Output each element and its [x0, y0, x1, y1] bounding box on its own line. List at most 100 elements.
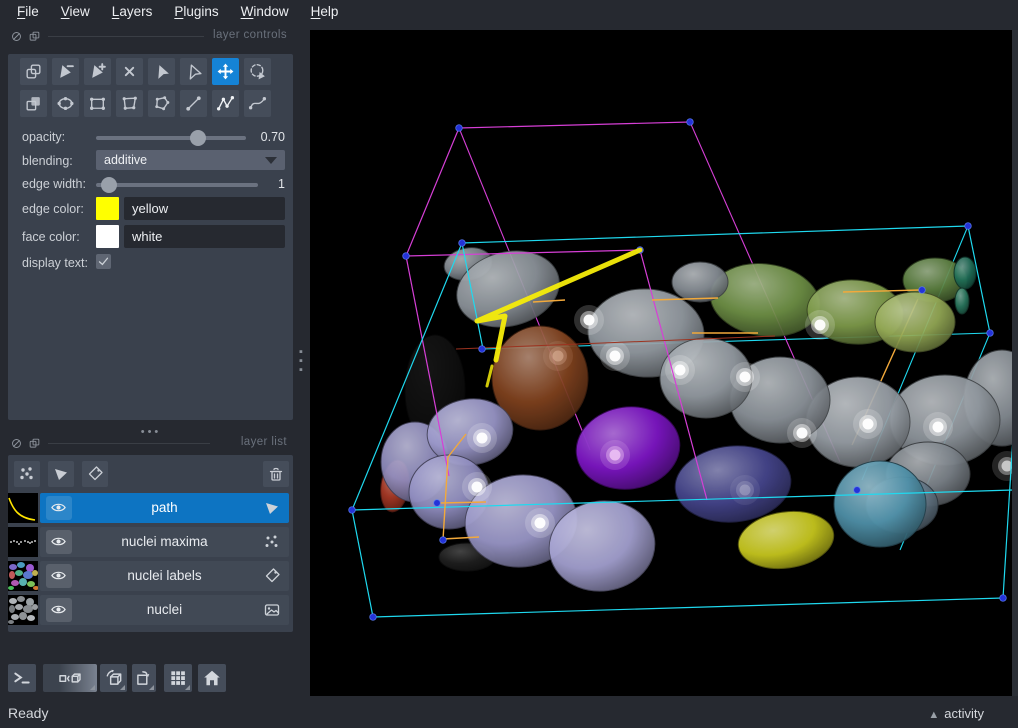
polygon-lasso-icon: [152, 94, 171, 113]
caret-up-icon: ▲: [928, 709, 939, 721]
roll-button[interactable]: [100, 664, 127, 692]
select-shape-tool-button[interactable]: [148, 58, 175, 85]
new-points-icon: [18, 465, 36, 483]
layer-name: path: [40, 500, 289, 515]
edge-width-slider-handle[interactable]: [101, 177, 117, 193]
image-type-icon: [263, 601, 281, 619]
labels-type-icon: [263, 567, 281, 585]
blending-select[interactable]: additive: [96, 150, 285, 170]
menu-help[interactable]: Help: [300, 0, 350, 24]
layer-thumbnail-nuclei-maxima: [8, 527, 38, 557]
menu-file[interactable]: File: [6, 0, 50, 24]
layer-list-title: layer list: [160, 436, 287, 448]
delete-layer-button[interactable]: [263, 461, 289, 487]
layer-name: nuclei: [40, 602, 289, 617]
line-tool-button[interactable]: [180, 90, 207, 117]
new-shapes-button[interactable]: [48, 461, 74, 487]
hide-panel-icon[interactable]: [10, 30, 23, 43]
new-points-button[interactable]: [14, 461, 40, 487]
polygon-lasso-tool-button[interactable]: [148, 90, 175, 117]
status-bar: Ready ▲activity: [0, 696, 1018, 728]
layer-thumbnail-path: [8, 493, 38, 523]
rectangle-tool-button[interactable]: [84, 90, 111, 117]
polygon-tool-button[interactable]: [116, 90, 143, 117]
pan-zoom-icon: [216, 62, 235, 81]
opacity-slider[interactable]: [96, 136, 246, 140]
face-color-field[interactable]: white: [124, 225, 285, 248]
ndisplay-button[interactable]: [43, 664, 97, 692]
ellipse-tool-button[interactable]: [52, 90, 79, 117]
polyline-tool-button[interactable]: [244, 90, 271, 117]
vertex-remove-icon: [56, 62, 75, 81]
activity-button[interactable]: ▲activity: [928, 706, 984, 721]
edge-color-label: edge color:: [22, 202, 84, 216]
select-shape-icon: [152, 62, 171, 81]
menu-window[interactable]: Window: [230, 0, 300, 24]
menu-plugins[interactable]: Plugins: [163, 0, 229, 24]
shapes-type-icon: [263, 499, 281, 517]
float-panel-icon[interactable]: [28, 437, 41, 450]
display-text-label: display text:: [22, 256, 88, 270]
line-icon: [184, 94, 203, 113]
transform-icon: [24, 62, 43, 81]
menubar: FileViewLayersPluginsWindowHelp: [0, 0, 1018, 24]
home-icon: [202, 668, 222, 688]
display-text-checkbox[interactable]: [96, 254, 111, 269]
layer-row-nuclei-labels[interactable]: nuclei labels: [40, 561, 289, 591]
vertex-insert-tool-button[interactable]: [84, 58, 111, 85]
opacity-label: opacity:: [22, 130, 65, 144]
napari-window: FileViewLayersPluginsWindowHelp layer co…: [0, 0, 1018, 728]
edge-width-value: 1: [248, 177, 285, 191]
delete-shape-icon: [120, 62, 139, 81]
opacity-value: 0.70: [248, 130, 285, 144]
layer-thumbnail-nuclei-labels: [8, 561, 38, 591]
layer-row-nuclei-maxima[interactable]: nuclei maxima: [40, 527, 289, 557]
vertex-remove-tool-button[interactable]: [52, 58, 79, 85]
blending-value: additive: [104, 153, 147, 167]
face-color-swatch[interactable]: [96, 225, 119, 248]
move-back-tool-button[interactable]: [20, 90, 47, 117]
float-panel-icon[interactable]: [28, 30, 41, 43]
layer-controls-title: layer controls: [160, 29, 287, 41]
status-message: Ready: [8, 705, 48, 721]
chevron-down-icon: [265, 157, 277, 164]
transpose-button[interactable]: [132, 664, 156, 692]
trash-icon: [267, 465, 285, 483]
canvas-splitter-handle[interactable]: ▪▪▪: [299, 348, 303, 375]
delete-shape-tool-button[interactable]: [116, 58, 143, 85]
opacity-slider-handle[interactable]: [190, 130, 206, 146]
grid-icon: [168, 668, 188, 688]
vertex-insert-icon: [88, 62, 107, 81]
menu-view[interactable]: View: [50, 0, 101, 24]
path-tool-button[interactable]: [212, 90, 239, 117]
direct-select-tool-button[interactable]: [180, 58, 207, 85]
polyline-icon: [248, 94, 267, 113]
transpose-icon: [134, 668, 154, 688]
layer-name: nuclei maxima: [40, 534, 289, 549]
menu-layers[interactable]: Layers: [101, 0, 164, 24]
layer-row-path[interactable]: path: [40, 493, 289, 523]
edge-width-slider[interactable]: [96, 183, 258, 187]
edge-color-swatch[interactable]: [96, 197, 119, 220]
home-button[interactable]: [198, 664, 226, 692]
edge-width-label: edge width:: [22, 177, 86, 191]
hide-panel-icon[interactable]: [10, 437, 23, 450]
points-type-icon: [263, 533, 281, 551]
console-button[interactable]: [8, 664, 36, 692]
edge-color-field[interactable]: yellow: [124, 197, 285, 220]
path-icon: [216, 94, 235, 113]
new-labels-icon: [86, 465, 104, 483]
console-icon: [12, 668, 32, 688]
pan-zoom-tool-button[interactable]: [212, 58, 239, 85]
lasso-select-icon: [248, 62, 267, 81]
ellipse-icon: [56, 94, 75, 113]
viewer-canvas[interactable]: [310, 30, 1018, 696]
grid-button[interactable]: [164, 664, 192, 692]
layer-thumbnail-nuclei: [8, 595, 38, 625]
layer-row-nuclei[interactable]: nuclei: [40, 595, 289, 625]
labels-type-icon: [263, 567, 281, 585]
new-labels-button[interactable]: [82, 461, 108, 487]
image-type-icon: [263, 601, 281, 619]
lasso-select-tool-button[interactable]: [244, 58, 271, 85]
transform-tool-button[interactable]: [20, 58, 47, 85]
